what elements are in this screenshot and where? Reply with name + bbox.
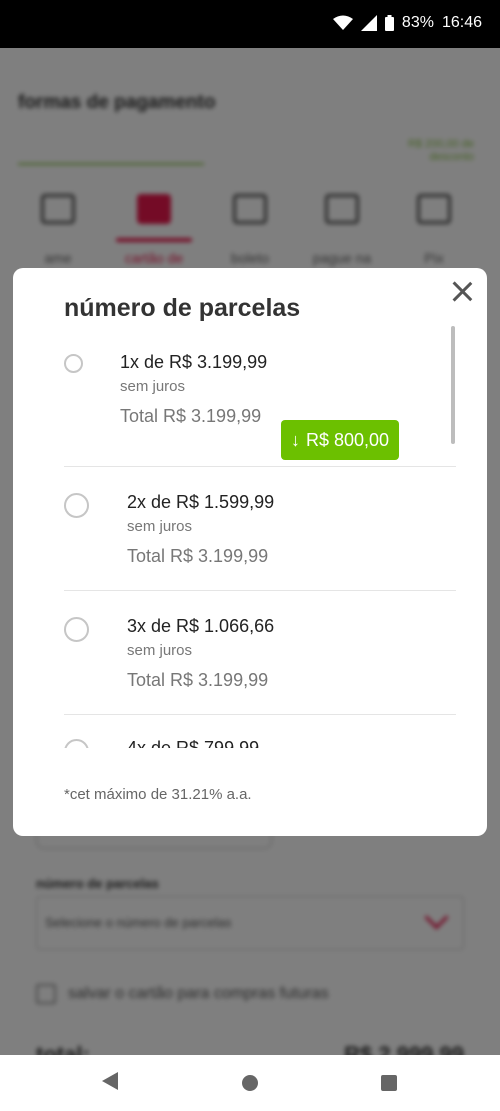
wifi-icon <box>332 15 353 30</box>
clock: 16:46 <box>441 14 482 31</box>
battery-icon <box>384 15 394 31</box>
installment-option-4[interactable]: 4x de R$ 799,99 <box>64 715 456 748</box>
installment-option-3[interactable]: 3x de R$ 1.066,66 sem juros Total R$ 3.1… <box>64 591 456 715</box>
installment-total: Total R$ 3.199,99 <box>127 546 269 566</box>
installment-option-2[interactable]: 2x de R$ 1.599,99 sem juros Total R$ 3.1… <box>64 467 456 591</box>
arrow-down-icon: ↓ <box>290 429 300 450</box>
cet-footnote: *cet máximo de 31.21% a.a. <box>64 786 252 803</box>
discount-badge-label: R$ 800,00 <box>305 429 390 450</box>
navigation-bar <box>0 1055 500 1111</box>
installment-main: 2x de R$ 1.599,99 <box>127 492 275 512</box>
discount-badge: ↓ R$ 800,00 <box>281 420 399 460</box>
home-icon[interactable] <box>242 1075 258 1091</box>
installment-total: Total R$ 3.199,99 <box>120 406 262 426</box>
installment-main: 4x de R$ 799,99 <box>127 738 260 748</box>
radio-button[interactable] <box>64 739 89 748</box>
status-bar: 83% 16:46 <box>0 0 500 48</box>
close-icon[interactable] <box>451 280 473 302</box>
installment-sub: sem juros <box>127 642 193 659</box>
installment-option-1[interactable]: 1x de R$ 3.199,99 sem juros Total R$ 3.1… <box>64 346 456 467</box>
installment-main: 3x de R$ 1.066,66 <box>127 616 275 636</box>
installment-main: 1x de R$ 3.199,99 <box>120 352 268 372</box>
installment-total: Total R$ 3.199,99 <box>127 670 269 690</box>
back-icon[interactable] <box>102 1072 118 1090</box>
installments-list[interactable]: 1x de R$ 3.199,99 sem juros Total R$ 3.1… <box>13 330 487 748</box>
installment-sub: sem juros <box>120 378 186 395</box>
cell-signal-icon <box>360 15 377 31</box>
radio-button[interactable] <box>64 354 83 373</box>
radio-button[interactable] <box>64 493 89 518</box>
installments-modal: número de parcelas 1x de R$ 3.199,99 sem… <box>13 268 487 836</box>
modal-title: número de parcelas <box>64 294 301 322</box>
installment-sub: sem juros <box>127 518 193 535</box>
scrollbar[interactable] <box>451 326 455 444</box>
radio-button[interactable] <box>64 617 89 642</box>
recent-apps-icon[interactable] <box>381 1075 397 1091</box>
battery-level: 83% <box>401 14 434 31</box>
